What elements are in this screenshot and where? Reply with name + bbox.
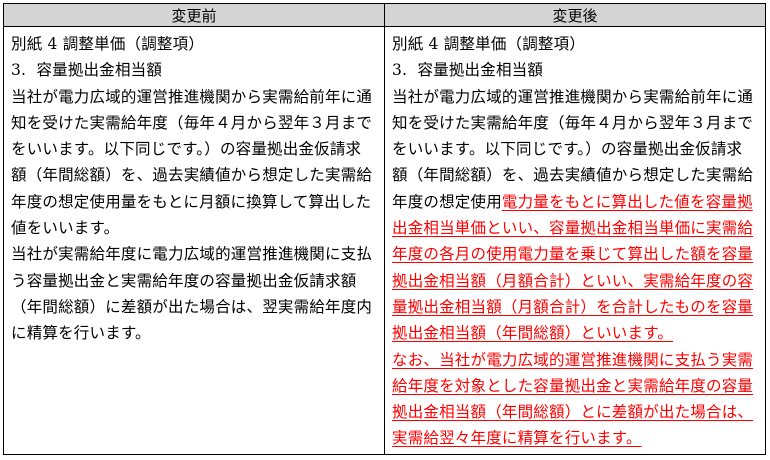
after-subheading: 3. 容量拠出金相当額 [392,61,544,80]
changed-text: 出金相当単価といい、容量拠出金相当単価に実需給 [392,219,754,238]
before-line: う容量拠出金と実需給年度の容量拠出金仮請求額 [11,271,357,290]
before-line: をいいます。以下同じです。）の容量拠出金仮請求 [11,140,362,159]
changed-line: 拠出金相当額（年間総額）とに差額が出た場合は、 [392,399,759,425]
header-row: 変更前 変更後 [3,3,766,27]
before-line: 値をいいます。 [11,219,120,238]
before-line: に精算を行います。 [11,324,151,343]
changed-text: 拠出金相当額（年間総額）といいます。 [392,324,674,343]
changed-text: 年度の各月の使用電力量を乗じて算出した額を容量 [392,245,754,264]
before-subheading: 3. 容量拠出金相当額 [11,61,163,80]
changed-text: なお、当社が電力広域的運営推進機関に支払う実需 [392,350,754,369]
header-after: 変更後 [384,3,766,27]
header-before: 変更前 [3,3,385,27]
after-line: 額（年間総額）を、過去実績値から想定した実需給 [392,166,754,185]
changed-text: 量拠出金相当額（月額合計）を合計したものを容量 [392,297,754,316]
before-cell: 別紙 4 調整単価（調整項） 3. 容量拠出金相当額 当社が電力広域的運営推進機… [3,26,385,455]
before-line: （年間総額）に差額が出た場合は、翌実需給年度内 [11,297,373,316]
before-line: 額（年間総額）を、過去実績値から想定した実需給 [11,166,373,185]
changed-line: 出金相当単価といい、容量拠出金相当単価に実需給 [392,215,759,241]
changed-line: 給年度を対象とした容量拠出金と実需給年度の容量 [392,373,759,399]
after-cell: 別紙 4 調整単価（調整項） 3. 容量拠出金相当額 当社が電力広域的運営推進機… [384,26,766,455]
changed-line: 拠出金相当額（年間総額）といいます。 [392,320,759,346]
comparison-table: 変更前 変更後 別紙 4 調整単価（調整項） 3. 容量拠出金相当額 当社が電力… [3,3,766,455]
changed-text: 拠出金相当額（年間総額）とに差額が出た場合は、 [392,403,754,422]
changed-line: 拠出金相当額（月額合計）といい、実需給年度の容 [392,268,759,294]
after-heading: 別紙 4 調整単価（調整項） [392,35,586,53]
changed-line: 量拠出金相当額（月額合計）を合計したものを容量 [392,294,759,320]
changed-text: 拠出金相当額（月額合計）といい、実需給年度の容 [392,271,754,290]
content-row: 別紙 4 調整単価（調整項） 3. 容量拠出金相当額 当社が電力広域的運営推進機… [3,26,766,455]
after-line: をいいます。以下同じです。）の容量拠出金仮請求 [392,140,743,159]
changed-line: なお、当社が電力広域的運営推進機関に支払う実需 [392,347,759,373]
after-line-prefix: 年度の想定使用 [392,192,502,211]
comparison-table-wrapper: 変更前 変更後 別紙 4 調整単価（調整項） 3. 容量拠出金相当額 当社が電力… [3,3,766,455]
changed-text: 電力量をもとに算出した値を容量拠 [501,192,753,211]
changed-line: 年度の各月の使用電力量を乗じて算出した額を容量 [392,241,759,267]
before-heading: 別紙 4 調整単価（調整項） [11,35,205,53]
changed-text: 給年度を対象とした容量拠出金と実需給年度の容量 [392,376,754,395]
before-line: 当社が実需給年度に電力広域的運営推進機関に支払 [11,245,373,264]
before-line: 年度の想定使用量をもとに月額に換算して算出した [11,192,372,211]
changed-line: 実需給翌々年度に精算を行います。 [392,425,759,451]
after-line: 知を受けた実需給年度（毎年４月から翌年３月まで [392,113,754,132]
after-line: 当社が電力広域的運営推進機関から実需給前年に通 [392,87,754,106]
after-line-mixed: 年度の想定使用電力量をもとに算出した値を容量拠 [392,189,759,215]
before-line: 知を受けた実需給年度（毎年４月から翌年３月まで [11,113,373,132]
before-line: 当社が電力広域的運営推進機関から実需給前年に通 [11,87,373,106]
changed-text: 実需給翌々年度に精算を行います。 [392,429,642,448]
